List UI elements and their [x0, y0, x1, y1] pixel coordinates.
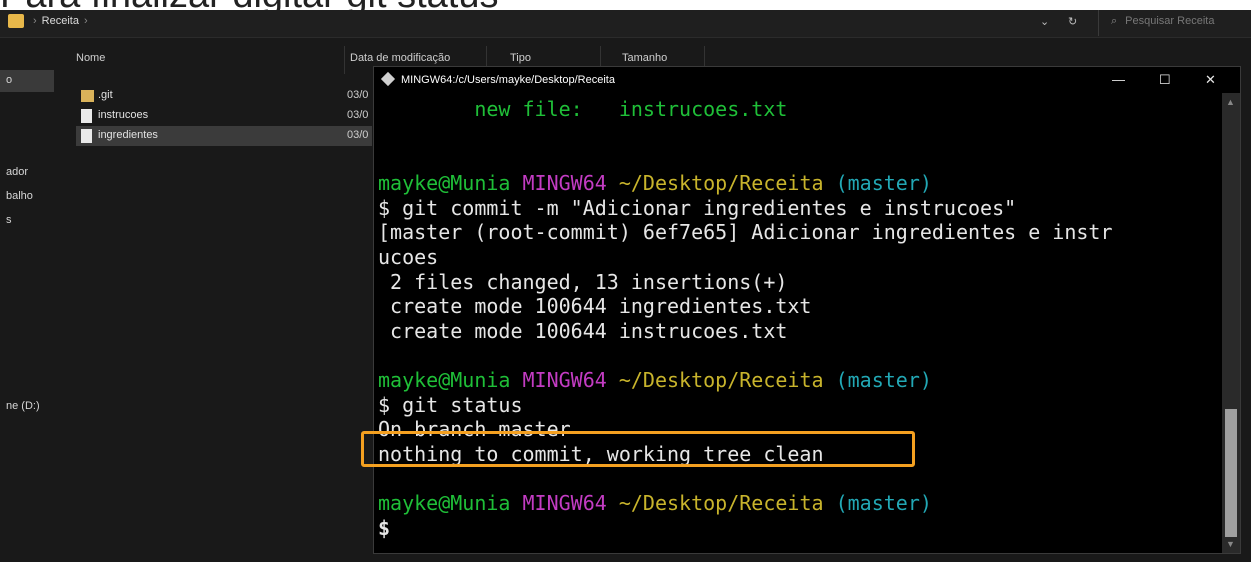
sidebar-item-selected[interactable]: o	[0, 70, 54, 92]
chevron-down-icon[interactable]: ⌄	[1040, 15, 1049, 28]
file-date: 03/0	[347, 109, 369, 121]
file-date: 03/0	[347, 129, 369, 141]
terminal-line: create mode 100644 instrucoes.txt	[378, 319, 788, 343]
breadcrumb[interactable]: › Receita ›	[28, 15, 93, 27]
column-header-name[interactable]: Nome	[76, 52, 105, 74]
terminal-title: MINGW64:/c/Users/mayke/Desktop/Receita	[401, 74, 615, 86]
scroll-down-icon[interactable]: ▼	[1226, 539, 1235, 549]
terminal-line: ucoes	[378, 245, 439, 269]
terminal-line: create mode 100644 ingredientes.txt	[378, 294, 812, 318]
list-item[interactable]: .git	[76, 86, 372, 106]
search-input[interactable]: ⌕ Pesquisar Receita	[1098, 10, 1251, 36]
terminal-scrollbar[interactable]: ▲ ▼	[1222, 93, 1240, 553]
terminal-prompt: mayke@Munia MINGW64 ~/Desktop/Receita (m…	[378, 368, 932, 392]
terminal-prompt: mayke@Munia MINGW64 ~/Desktop/Receita (m…	[378, 171, 932, 195]
folder-icon	[8, 14, 24, 28]
refresh-icon[interactable]: ↻	[1068, 15, 1077, 28]
file-icon	[81, 129, 92, 143]
sidebar-item-work[interactable]: balho	[6, 190, 33, 202]
search-icon: ⌕	[1111, 15, 1118, 27]
file-icon	[81, 109, 92, 123]
scroll-thumb[interactable]	[1225, 409, 1237, 537]
terminal-cursor-line: $	[378, 516, 391, 540]
terminal-command: $ git status	[378, 393, 523, 417]
sidebar-item-drive-d[interactable]: ne (D:)	[6, 400, 40, 412]
list-item[interactable]: instrucoes	[76, 106, 372, 126]
minimize-button[interactable]: —	[1112, 72, 1125, 87]
close-button[interactable]: ✕	[1205, 72, 1216, 88]
breadcrumb-receita[interactable]: Receita	[42, 15, 79, 27]
list-item-selected[interactable]: ingredientes	[76, 126, 372, 146]
terminal-prompt: mayke@Munia MINGW64 ~/Desktop/Receita (m…	[378, 491, 932, 515]
address-bar[interactable]: › Receita › ⌄ ↻ ⌕ Pesquisar Receita	[0, 10, 1251, 38]
search-placeholder: Pesquisar Receita	[1125, 15, 1215, 27]
terminal-line: [master (root-commit) 6ef7e65] Adicionar…	[378, 220, 1113, 244]
terminal-titlebar[interactable]: MINGW64:/c/Users/mayke/Desktop/Receita —…	[374, 67, 1240, 93]
git-bash-icon	[380, 71, 396, 87]
terminal-command: $ git commit -m "Adicionar ingredientes …	[378, 196, 1017, 220]
scroll-up-icon[interactable]: ▲	[1226, 97, 1235, 107]
folder-icon	[81, 90, 94, 102]
navigation-pane: o ador balho s ne (D:)	[0, 38, 60, 562]
highlight-annotation	[361, 431, 915, 467]
sidebar-item-desktop[interactable]: ador	[6, 166, 28, 178]
terminal-window[interactable]: MINGW64:/c/Users/mayke/Desktop/Receita —…	[373, 66, 1241, 554]
sidebar-item-docs[interactable]: s	[6, 214, 12, 226]
terminal-line: 2 files changed, 13 insertions(+)	[378, 270, 788, 294]
slide-bottom-margin	[0, 562, 1251, 572]
maximize-button[interactable]: ☐	[1159, 72, 1171, 88]
column-divider[interactable]	[344, 46, 345, 74]
terminal-line: new file: instrucoes.txt	[378, 97, 788, 121]
file-date: 03/0	[347, 89, 369, 101]
terminal-output[interactable]: new file: instrucoes.txt mayke@Munia MIN…	[374, 93, 1222, 553]
